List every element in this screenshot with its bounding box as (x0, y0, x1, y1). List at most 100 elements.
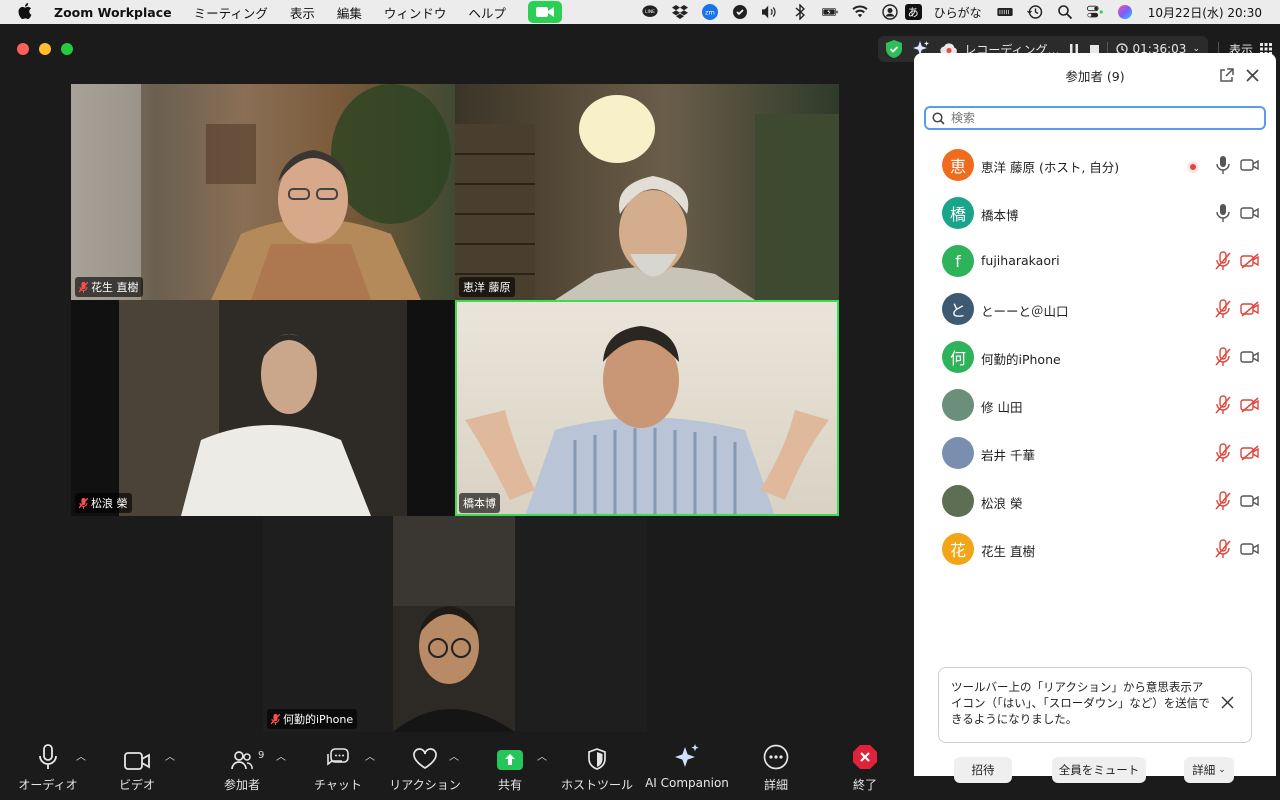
share-label: 共有 (497, 778, 522, 792)
spotlight-search-icon[interactable] (1057, 4, 1073, 20)
video-camera-icon[interactable] (1240, 541, 1260, 557)
audio-options-caret[interactable]: ︿ (76, 748, 86, 763)
menu-edit[interactable]: 編集 (337, 3, 362, 22)
feature-notice: ツールバー上の「リアクション」から意思表示アイコン（「はい」、「スローダウン」な… (938, 667, 1252, 743)
share-button[interactable]: 共有 (482, 736, 538, 800)
participant-row[interactable]: 花花生 直樹 (914, 525, 1276, 573)
video-tile-active-speaker[interactable]: 橋本博 (455, 300, 839, 516)
chat-options-caret[interactable]: ︿ (365, 748, 375, 763)
muted-mic-icon[interactable] (1214, 251, 1232, 271)
battery-icon[interactable] (821, 4, 838, 20)
video-button[interactable]: ビデオ (107, 736, 167, 800)
host-tools-button[interactable]: ホストツール (560, 736, 634, 800)
popout-icon[interactable] (1216, 65, 1236, 85)
fullscreen-window-button[interactable] (61, 43, 73, 55)
avatar: と (942, 293, 974, 325)
chat-button[interactable]: チャット (308, 736, 368, 800)
menu-window[interactable]: ウィンドウ (384, 3, 447, 22)
participant-list: 恵恵洋 藤原 (ホスト, 自分) 橋橋本博 f fujiharakaori ととーーと＠… (914, 141, 1276, 573)
search-icon (932, 111, 945, 125)
keyboard-icon[interactable] (997, 4, 1013, 20)
invite-button[interactable]: 招待 (954, 757, 1012, 783)
participant-row[interactable]: 恵恵洋 藤原 (ホスト, 自分) (914, 141, 1276, 189)
muted-mic-icon[interactable] (1214, 443, 1232, 463)
muted-mic-icon[interactable] (1214, 539, 1232, 559)
menu-view[interactable]: 表示 (290, 3, 315, 22)
close-window-button[interactable] (17, 43, 29, 55)
participant-name-label: 松浪 榮 (75, 493, 132, 513)
participant-name: 恵洋 藤原 (463, 281, 511, 294)
video-tile[interactable]: 花生 直樹 (71, 84, 455, 300)
avatar: 橋 (942, 197, 974, 229)
panel-more-button[interactable]: 詳細 ⌄ (1184, 757, 1234, 783)
share-screen-icon (497, 736, 523, 770)
video-off-icon[interactable] (1240, 253, 1260, 269)
ai-companion-button[interactable]: AI Companion (644, 736, 730, 800)
reactions-button[interactable]: リアクション (389, 736, 461, 800)
zoom-menu-icon[interactable]: zm (701, 4, 718, 20)
video-off-icon[interactable] (1240, 397, 1260, 413)
participant-row[interactable]: 修 山田 (914, 381, 1276, 429)
participant-row[interactable]: f fujiharakaori (914, 237, 1276, 285)
minimize-window-button[interactable] (39, 43, 51, 55)
muted-mic-icon[interactable] (1214, 491, 1232, 511)
user-account-icon[interactable] (881, 4, 898, 20)
close-panel-icon[interactable] (1242, 65, 1262, 85)
mic-icon[interactable] (1214, 155, 1232, 175)
bluetooth-icon[interactable] (792, 4, 808, 20)
participants-button[interactable]: 参加者 (212, 736, 272, 800)
participants-panel: 参加者 (9) 恵恵洋 藤原 (ホスト, 自分)橋橋本博ffujiharakao… (914, 53, 1276, 783)
participant-name: 修 山田 (981, 400, 1023, 415)
participant-row[interactable]: ととーーと＠山口 (914, 285, 1276, 333)
muted-mic-icon[interactable] (1214, 299, 1232, 319)
video-camera-icon[interactable] (1240, 493, 1260, 509)
video-tile[interactable]: 恵洋 藤原 (455, 84, 839, 300)
participant-row[interactable]: 岩井 千華 (914, 429, 1276, 477)
close-notice-icon[interactable] (1221, 696, 1235, 710)
encryption-shield-icon[interactable] (886, 40, 903, 58)
share-options-caret[interactable]: ︿ (537, 748, 547, 763)
participant-row[interactable]: 橋橋本博 (914, 189, 1276, 237)
input-mode-badge[interactable]: あ (904, 4, 922, 20)
zoom-camera-status-icon[interactable] (527, 1, 562, 23)
reactions-options-caret[interactable]: ︿ (449, 748, 459, 763)
apple-menu-icon[interactable] (18, 2, 36, 22)
muted-mic-icon (79, 281, 88, 293)
control-center-icon[interactable] (1086, 4, 1103, 20)
muted-mic-icon[interactable] (1214, 347, 1232, 367)
mic-icon[interactable] (1214, 203, 1232, 223)
audio-button[interactable]: オーディオ (18, 736, 78, 800)
video-off-icon[interactable] (1240, 445, 1260, 461)
video-off-icon[interactable] (1240, 301, 1260, 317)
muted-mic-icon[interactable] (1214, 395, 1232, 415)
participant-video-image (119, 300, 407, 516)
wifi-icon[interactable] (852, 4, 868, 20)
app-menu[interactable]: Zoom Workplace (54, 5, 172, 20)
video-tile[interactable]: 何勤的iPhone (263, 516, 647, 732)
microphone-icon (38, 736, 58, 770)
mute-all-button[interactable]: 全員をミュート (1052, 757, 1146, 783)
line-app-icon[interactable]: LINE (642, 4, 658, 20)
dropbox-icon[interactable] (671, 4, 688, 20)
menubar-clock[interactable]: 10月22日(水) 20:30 (1148, 4, 1262, 21)
more-label: 詳細 (763, 778, 788, 792)
menu-help[interactable]: ヘルプ (468, 3, 506, 22)
app-status-icon[interactable] (732, 4, 748, 20)
participant-row[interactable]: 松浪 榮 (914, 477, 1276, 525)
more-button[interactable]: 詳細 (748, 736, 804, 800)
video-tile[interactable]: 松浪 榮 (71, 300, 455, 516)
end-meeting-button[interactable]: 終了 (838, 736, 892, 800)
participant-row[interactable]: 何何勤的iPhone (914, 333, 1276, 381)
video-camera-icon[interactable] (1240, 205, 1260, 221)
siri-icon[interactable] (1117, 4, 1133, 20)
input-source-label[interactable]: ひらがな (934, 4, 982, 21)
video-camera-icon[interactable] (1240, 349, 1260, 365)
volume-icon[interactable] (761, 4, 778, 20)
participants-options-caret[interactable]: ︿ (276, 748, 286, 763)
time-machine-icon[interactable] (1026, 4, 1043, 20)
search-input[interactable] (951, 111, 1241, 125)
participant-search-field[interactable] (924, 106, 1266, 130)
menu-meeting[interactable]: ミーティング (194, 3, 268, 22)
video-camera-icon[interactable] (1240, 157, 1260, 173)
video-options-caret[interactable]: ︿ (165, 748, 175, 763)
